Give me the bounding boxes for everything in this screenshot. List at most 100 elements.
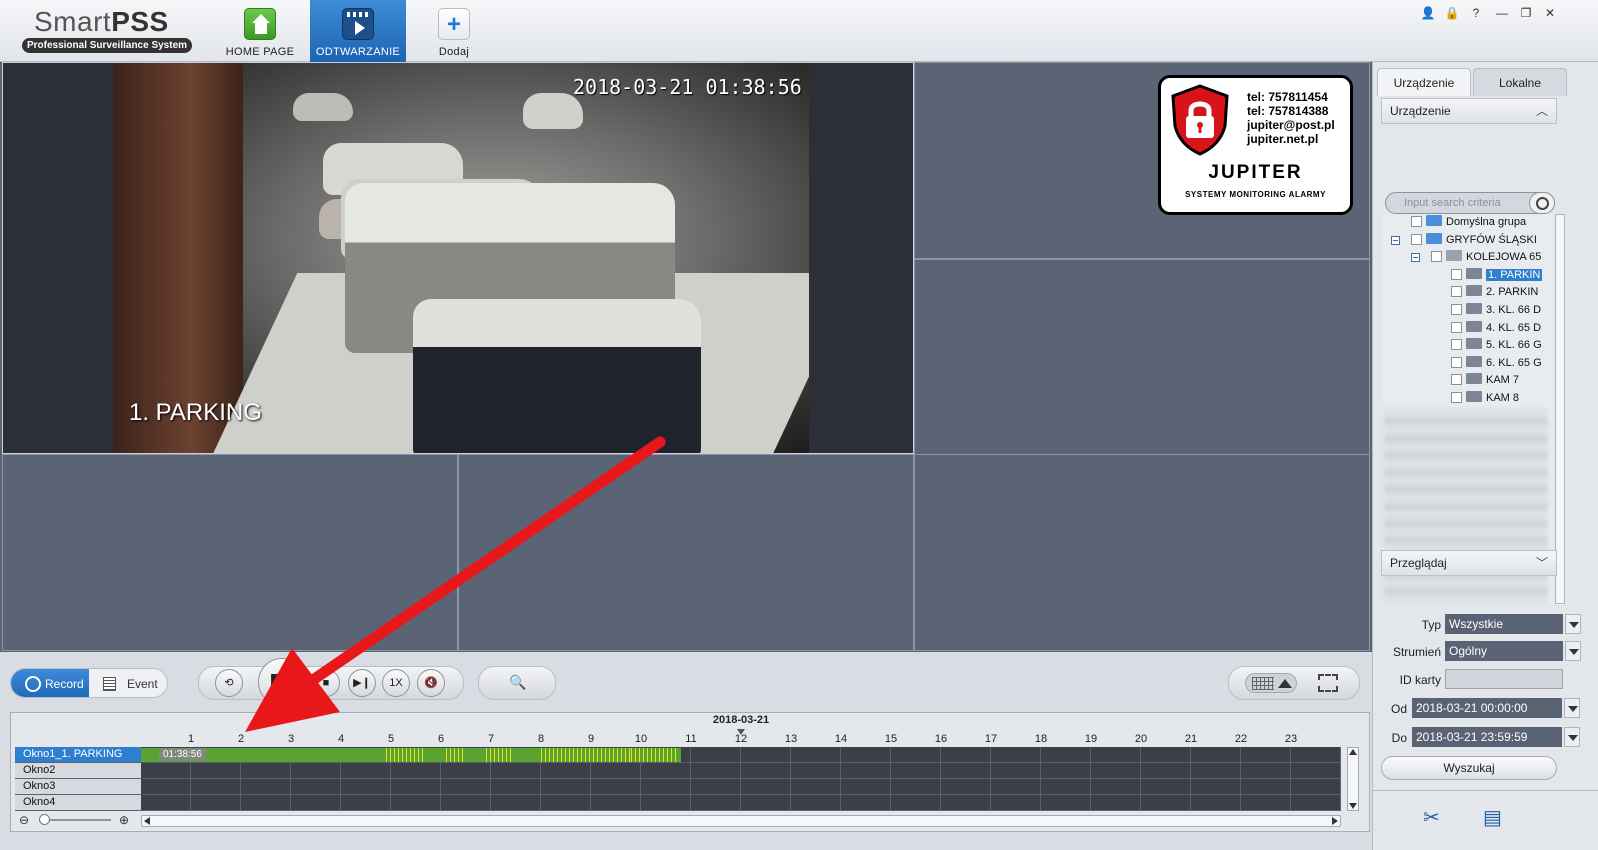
fullscreen-button[interactable]	[1318, 674, 1338, 692]
zoom-in-icon[interactable]: ⊕	[119, 813, 129, 827]
nav-dodaj[interactable]: + Dodaj	[406, 0, 502, 62]
export-record-icon[interactable]: ▤	[1483, 805, 1502, 830]
tab-urzadzenie[interactable]: Urządzenie	[1377, 68, 1471, 96]
split-layout-button[interactable]	[1245, 673, 1297, 693]
tree-checkbox[interactable]	[1451, 356, 1462, 368]
clip-scissors-icon[interactable]: ✂	[1423, 805, 1440, 830]
device-tree-scrollbar[interactable]	[1555, 214, 1565, 604]
timeline-channel-row[interactable]: Okno1_1. PARKING 01:38:56	[15, 747, 1341, 763]
lock-icon[interactable]: 🔒	[1444, 6, 1460, 20]
zoom-slider[interactable]	[39, 814, 111, 825]
speed-button[interactable]: 1X	[382, 669, 410, 697]
timeline-channel-track[interactable]: 01:38:56	[141, 747, 1341, 762]
video-window-1[interactable]: 2018-03-21 01:38:56 1. PARKING	[2, 62, 914, 454]
tree-item-label: 2. PARKIN	[1486, 286, 1539, 299]
dropdown-arrow-icon[interactable]	[1565, 614, 1581, 634]
right-panel-tabs: Urządzenie Lokalne	[1377, 68, 1595, 96]
tree-camera-item[interactable]: 5. KL. 66 G	[1451, 337, 1542, 354]
close-icon[interactable]: ✕	[1542, 6, 1558, 20]
tree-item-label: 3. KL. 66 D	[1486, 304, 1542, 316]
minimize-icon[interactable]: —	[1494, 6, 1510, 20]
tree-camera-item[interactable]: 6. KL. 65 G	[1451, 355, 1542, 372]
filter-from-row: Od 2018-03-21 00:00:00	[1379, 698, 1597, 720]
tree-device-item[interactable]: KOLEJOWA 65	[1411, 249, 1541, 266]
smart-search-button[interactable]: 🔍	[478, 666, 556, 700]
help-icon[interactable]: ?	[1468, 6, 1484, 20]
tree-checkbox[interactable]	[1451, 392, 1462, 403]
timeline-channel-track[interactable]	[141, 763, 1341, 778]
tree-camera-item[interactable]: 4. KL. 65 D	[1451, 320, 1541, 337]
tree-checkbox[interactable]	[1411, 216, 1422, 227]
tree-group-item[interactable]: GRYFÓW ŚLĄSKI	[1391, 232, 1537, 249]
next-frame-button[interactable]: ▶❙	[348, 669, 376, 697]
tree-camera-item[interactable]: 2. PARKIN	[1451, 284, 1538, 301]
tree-camera-item[interactable]: 3. KL. 66 D	[1451, 302, 1541, 319]
timeline-channel-name[interactable]: Okno4	[15, 795, 141, 810]
tree-checkbox[interactable]	[1451, 339, 1462, 351]
filter-type-select[interactable]: Wszystkie	[1445, 614, 1581, 634]
app-logo: SmartPSS Professional Surveillance Syste…	[22, 4, 194, 54]
user-icon[interactable]: 👤	[1420, 6, 1436, 20]
video-window-5[interactable]	[458, 454, 914, 651]
tree-checkbox[interactable]	[1411, 233, 1422, 245]
tree-checkbox[interactable]	[1431, 251, 1442, 263]
timeline-hour-label: 20	[1134, 733, 1148, 745]
nav-odtwarzanie[interactable]: ODTWARZANIE	[310, 0, 406, 62]
folder-icon	[1426, 232, 1442, 244]
logo-title: SmartPSS	[34, 6, 169, 37]
tree-camera-item[interactable]: KAM 7	[1451, 372, 1519, 389]
device-section-header[interactable]: Urządzenie ︿	[1381, 98, 1557, 124]
collapse-icon[interactable]	[1391, 235, 1400, 245]
video-window-6[interactable]	[914, 454, 1370, 651]
tree-checkbox[interactable]	[1451, 286, 1462, 298]
timeline-channel-track[interactable]	[141, 795, 1341, 810]
search-icon[interactable]	[1529, 192, 1555, 214]
stop-button[interactable]: ■	[312, 669, 340, 697]
zoom-slider-handle[interactable]	[39, 814, 50, 825]
dropdown-arrow-icon[interactable]	[1564, 698, 1580, 718]
event-mode-button[interactable]: Event	[91, 669, 167, 697]
timeline-channel-name[interactable]: Okno1_1. PARKING	[15, 747, 141, 762]
tree-checkbox[interactable]	[1451, 304, 1462, 315]
zoom-out-icon[interactable]: ⊖	[19, 813, 29, 827]
timeline-channel-track[interactable]	[141, 779, 1341, 794]
tree-camera-item[interactable]: KAM 8	[1451, 390, 1519, 407]
dropdown-arrow-icon[interactable]	[1565, 641, 1581, 661]
tree-checkbox[interactable]	[1451, 321, 1462, 333]
from-datetime-input[interactable]: 2018-03-21 00:00:00	[1412, 698, 1580, 718]
dropdown-arrow-icon[interactable]	[1564, 727, 1580, 747]
timeline-horizontal-scrollbar[interactable]	[141, 815, 1341, 827]
mute-button[interactable]: 🔇	[417, 669, 445, 697]
timeline-channel-name[interactable]: Okno2	[15, 763, 141, 778]
collapse-icon[interactable]	[1411, 253, 1420, 263]
device-search-input[interactable]: Input search criteria	[1385, 192, 1555, 214]
camera-icon	[1466, 285, 1482, 297]
video-window-4[interactable]	[2, 454, 458, 651]
restore-icon[interactable]: ❐	[1518, 6, 1534, 20]
timeline-channel-row[interactable]: Okno3	[15, 779, 1341, 795]
browse-section-header[interactable]: Przeglądaj ﹀	[1381, 550, 1557, 576]
timeline-vertical-scrollbar[interactable]	[1347, 747, 1359, 811]
tree-camera-item[interactable]: 1. PARKIN	[1451, 267, 1543, 284]
scroll-down-icon	[1349, 803, 1357, 809]
timeline-channel-name[interactable]: Okno3	[15, 779, 141, 794]
to-datetime-input[interactable]: 2018-03-21 23:59:59	[1412, 727, 1580, 747]
tab-lokalne[interactable]: Lokalne	[1473, 68, 1567, 96]
tree-group-item[interactable]: Domyślna grupa	[1411, 214, 1526, 231]
nav-home-page[interactable]: HOME PAGE	[212, 0, 308, 62]
tree-checkbox[interactable]	[1451, 374, 1462, 386]
record-mode-button[interactable]: Record	[11, 669, 89, 697]
tree-checkbox[interactable]	[1451, 268, 1462, 280]
filter-stream-select[interactable]: Ogólny	[1445, 641, 1581, 661]
jupiter-website: jupiter.net.pl	[1247, 132, 1319, 146]
recording-segment[interactable]	[141, 748, 681, 762]
pause-button[interactable]: ❚❚	[258, 658, 306, 706]
video-window-3[interactable]	[914, 259, 1370, 455]
timeline-channel-row[interactable]: Okno4	[15, 795, 1341, 811]
card-id-input[interactable]	[1445, 669, 1563, 689]
sync-play-button[interactable]: ⟲	[215, 669, 243, 697]
clock-icon	[25, 676, 41, 692]
timeline-channel-row[interactable]: Okno2	[15, 763, 1341, 779]
nav-odtwarzanie-label: ODTWARZANIE	[315, 46, 401, 58]
search-button[interactable]: Wyszukaj	[1381, 756, 1557, 780]
